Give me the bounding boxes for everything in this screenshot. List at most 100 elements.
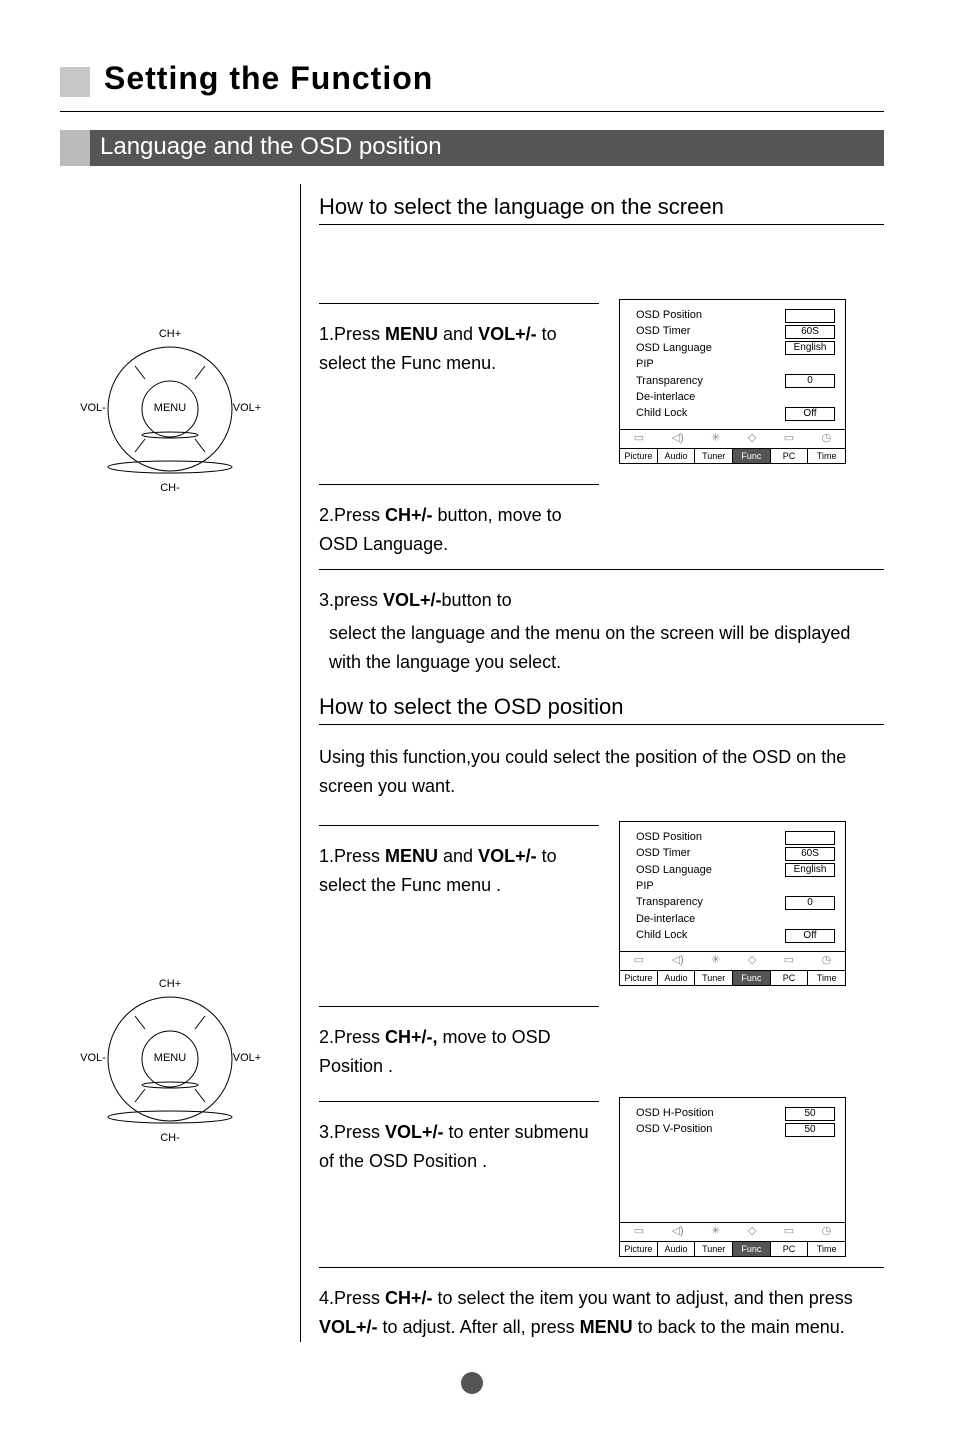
manual-page: Setting the Function Language and the OS… — [0, 0, 954, 1434]
section-title: Language and the OSD position — [90, 130, 884, 166]
dial-vol-minus: VOL- — [73, 1052, 113, 1064]
osd-row: PIP — [636, 357, 835, 372]
antenna-icon: ✳ — [711, 431, 720, 446]
osd-value: 50 — [785, 1107, 835, 1121]
osd-tab: Picture — [620, 1242, 658, 1257]
osd-label: OSD Timer — [636, 324, 690, 339]
osd-label: Transparency — [636, 895, 703, 910]
osd-tab: Func — [733, 449, 771, 464]
osd-tab: Func — [733, 1242, 771, 1257]
diamond-icon: ◇ — [748, 1224, 756, 1239]
remote-dial-1: CH+ CH- VOL- VOL+ MENU — [85, 324, 255, 494]
right-column: How to select the language on the screen… — [300, 184, 884, 1342]
osd-value — [785, 831, 835, 845]
osd-value: Off — [785, 407, 835, 421]
band-light — [60, 130, 90, 166]
osd-row: OSD H-Position 50 — [636, 1106, 835, 1121]
pc-icon: ▭ — [784, 953, 794, 968]
dial-ch-minus: CH- — [150, 482, 190, 494]
title-underline — [60, 111, 884, 112]
diamond-icon: ◇ — [748, 431, 756, 446]
dial-vol-plus: VOL+ — [227, 1052, 267, 1064]
osd-label: OSD H-Position — [636, 1106, 714, 1121]
remote-dial-2: CH+ CH- VOL- VOL+ MENU — [85, 974, 255, 1144]
osd-tab: PC — [771, 971, 809, 986]
osd-value: 60S — [785, 325, 835, 339]
pc-icon: ▭ — [784, 1224, 794, 1239]
osd-label: De-interlace — [636, 390, 695, 405]
step-pos-1: 1.Press MENU and VOL+/- to select the Fu… — [319, 815, 884, 986]
speaker-icon: ◁) — [672, 431, 684, 446]
osd-row: OSD Timer 60S — [636, 324, 835, 339]
osd-tab: Tuner — [695, 1242, 733, 1257]
section-band: Language and the OSD position — [60, 130, 884, 166]
left-column: CH+ CH- VOL- VOL+ MENU CH+ CH- — [60, 184, 280, 1342]
osd-icon-row: ▭ ◁) ✳ ◇ ▭ ◷ — [620, 951, 845, 971]
osd-value: 0 — [785, 896, 835, 910]
step-lang-1: 1.Press MENU and VOL+/- to select the Fu… — [319, 293, 884, 464]
step-text: 2.Press CH+/- button, move to OSD Langua… — [319, 484, 599, 559]
osd-icon-row: ▭ ◁) ✳ ◇ ▭ ◷ — [620, 429, 845, 449]
osd-label: OSD Position — [636, 308, 702, 323]
osd-tab: Time — [808, 971, 845, 986]
osd-label: OSD Language — [636, 863, 712, 878]
osd-rows: OSD H-Position 50 OSD V-Position 50 — [620, 1098, 845, 1222]
osd-icon-row: ▭ ◁) ✳ ◇ ▭ ◷ — [620, 1222, 845, 1242]
osd-label: OSD Timer — [636, 846, 690, 861]
dial-ch-plus: CH+ — [150, 978, 190, 990]
step-lang-2: 2.Press CH+/- button, move to OSD Langua… — [319, 474, 884, 559]
pc-icon: ▭ — [784, 431, 794, 446]
page-number-circle-icon — [461, 1372, 483, 1394]
osd-func-menu: OSD PositionOSD Timer60SOSD LanguageEngl… — [619, 299, 846, 464]
osd-tab: Time — [808, 449, 845, 464]
osd-label: Child Lock — [636, 928, 687, 943]
dial-ch-minus: CH- — [150, 1132, 190, 1144]
osd-tab: Func — [733, 971, 771, 986]
tv-icon: ▭ — [634, 431, 644, 446]
antenna-icon: ✳ — [711, 1224, 720, 1239]
dial-vol-plus: VOL+ — [227, 402, 267, 414]
osd-tab: PC — [771, 1242, 809, 1257]
step-lang-3-body: select the language and the menu on the … — [319, 619, 884, 677]
osd-value: Off — [785, 929, 835, 943]
osd-row: OSD Language English — [636, 863, 835, 878]
osd-rows: OSD PositionOSD Timer60SOSD LanguageEngl… — [620, 822, 845, 951]
osd-label: Child Lock — [636, 406, 687, 421]
osd-value: 50 — [785, 1123, 835, 1137]
osd-tab: Audio — [658, 449, 696, 464]
osd-tab: Picture — [620, 449, 658, 464]
content-grid: CH+ CH- VOL- VOL+ MENU CH+ CH- — [60, 184, 884, 1342]
title-row: Setting the Function — [60, 60, 884, 97]
osd-value: English — [785, 341, 835, 355]
osd-tabs: PictureAudioTunerFuncPCTime — [620, 971, 845, 986]
title-square-icon — [60, 67, 90, 97]
osd-row: Transparency 0 — [636, 895, 835, 910]
osd-position-submenu: OSD H-Position 50 OSD V-Position 50 ▭ ◁) ✳ … — [619, 1097, 846, 1258]
osd-row: De-interlace — [636, 912, 835, 927]
clock-icon: ◷ — [822, 431, 832, 446]
osd-row: OSD V-Position 50 — [636, 1122, 835, 1137]
step-text: 1.Press MENU and VOL+/- to select the Fu… — [319, 825, 599, 954]
speaker-icon: ◁) — [672, 953, 684, 968]
step-text: 3.Press VOL+/- to enter submenu of the O… — [319, 1101, 599, 1206]
osd-rows: OSD PositionOSD Timer60SOSD LanguageEngl… — [620, 300, 845, 429]
clock-icon: ◷ — [822, 1224, 832, 1239]
osd-tab: Audio — [658, 971, 696, 986]
step-text: 1.Press MENU and VOL+/- to select the Fu… — [319, 303, 599, 378]
osd-func-menu-2: OSD PositionOSD Timer60SOSD LanguageEngl… — [619, 821, 846, 986]
tv-icon: ▭ — [634, 953, 644, 968]
step-lang-3-head: 3.press VOL+/-button to — [319, 569, 884, 615]
antenna-icon: ✳ — [711, 953, 720, 968]
osd-tab: Audio — [658, 1242, 696, 1257]
osd-row: Child Lock Off — [636, 406, 835, 421]
step-pos-3: 3.Press VOL+/- to enter submenu of the O… — [319, 1091, 884, 1258]
osd-label: OSD V-Position — [636, 1122, 712, 1137]
dial-menu: MENU — [150, 402, 190, 414]
subhead-language: How to select the language on the screen — [319, 194, 884, 225]
dial-menu: MENU — [150, 1052, 190, 1064]
diamond-icon: ◇ — [748, 953, 756, 968]
osd-value: English — [785, 863, 835, 877]
osd-label: Transparency — [636, 374, 703, 389]
dial-vol-minus: VOL- — [73, 402, 113, 414]
osd-tab: Tuner — [695, 449, 733, 464]
